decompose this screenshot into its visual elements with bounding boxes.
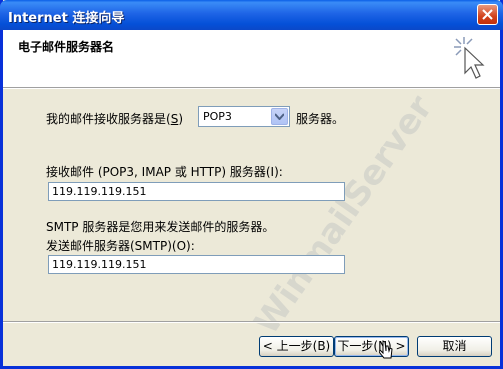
wizard-header: 电子邮件服务器名 [3,30,500,88]
close-button[interactable] [477,4,498,25]
server-type-label: 我的邮件接收服务器是(S) [46,112,184,126]
smtp-description: SMTP 服务器是您用来发送邮件的服务器。 [46,220,275,234]
wizard-window: Internet 连接向导 电子邮件服务器名 WinmailServer 我的邮… [0,0,503,369]
outgoing-server-label: 发送邮件服务器(SMTP)(O): [46,239,195,253]
close-icon [482,9,493,20]
incoming-server-input[interactable]: 119.119.119.151 [48,182,345,201]
outgoing-server-input[interactable]: 119.119.119.151 [48,255,345,274]
cancel-button[interactable]: 取消 [417,336,492,357]
server-type-select[interactable]: POP3 [198,106,290,127]
window-title: Internet 连接向导 [8,11,125,26]
divider [3,321,500,323]
server-type-value: POP3 [203,110,232,123]
mouse-cursor-icon [379,340,393,359]
next-button[interactable]: 下一步(N) > [334,336,409,357]
back-button[interactable]: < 上一步(B) [259,336,334,357]
chevron-down-icon [275,113,284,120]
server-type-suffix: 服务器。 [296,112,345,126]
wizard-cursor-icon [454,37,485,79]
title-bar[interactable]: Internet 连接向导 [0,0,503,30]
dropdown-button[interactable] [271,108,288,125]
incoming-server-label: 接收邮件 (POP3, IMAP 或 HTTP) 服务器(I): [46,165,283,179]
page-title: 电子邮件服务器名 [18,40,115,54]
